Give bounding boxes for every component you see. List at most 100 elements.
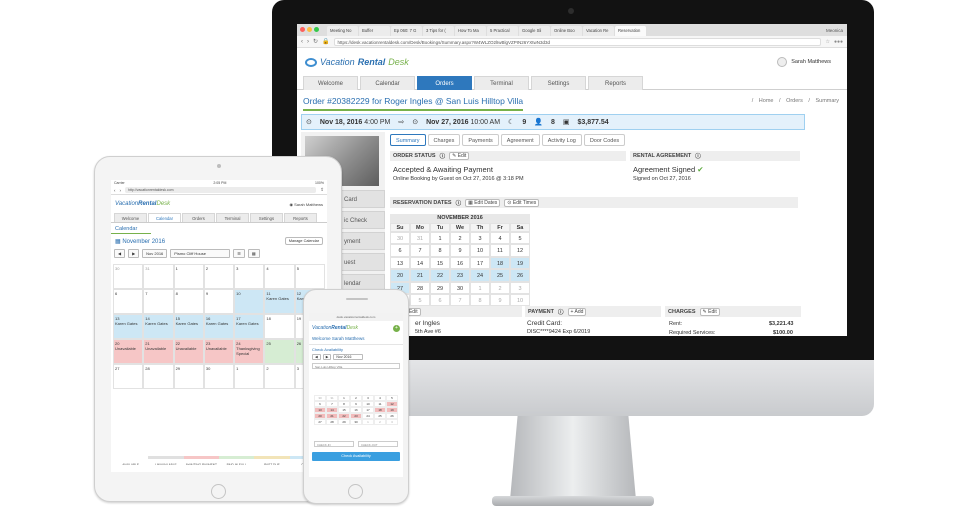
phone-calendar-day[interactable]: 28 xyxy=(326,419,338,425)
tablet-calendar-day[interactable]: 13 Karen Gates xyxy=(113,314,144,339)
tablet-calendar-day[interactable]: 25 xyxy=(264,339,295,364)
property-select[interactable]: Pismo Cliff House xyxy=(170,249,231,258)
calendar-day[interactable]: 18 xyxy=(490,256,510,270)
calendar-day[interactable]: 26 xyxy=(510,269,530,282)
forward-icon[interactable]: › xyxy=(307,39,309,45)
browser-tab[interactable]: 3 Tips for ( xyxy=(423,26,454,36)
minimize-window-icon[interactable] xyxy=(307,27,312,32)
tablet-calendar-day[interactable]: 8 xyxy=(173,289,204,314)
phone-calendar-day[interactable]: 1 xyxy=(362,419,374,425)
browser-tab[interactable]: Ep 060: 7 G xyxy=(391,26,422,36)
list-view-icon[interactable]: ☰ xyxy=(233,249,245,258)
tablet-calendar-day[interactable]: 20 Unavailable xyxy=(113,339,144,364)
checkout-input[interactable]: CHECK-OUT xyxy=(358,441,398,447)
phone-calendar-day[interactable]: 3 xyxy=(386,419,398,425)
bookmark-star-icon[interactable]: ☆ xyxy=(825,39,829,45)
calendar-day[interactable]: 12 xyxy=(510,244,530,257)
tab-orders[interactable]: Orders xyxy=(182,213,215,222)
calendar-day[interactable]: 9 xyxy=(450,244,470,257)
tablet-calendar-day[interactable]: 11 Karen Gates xyxy=(264,289,295,314)
tablet-calendar-day[interactable]: 2 xyxy=(203,264,235,289)
forward-icon[interactable]: › xyxy=(120,188,122,193)
tablet-calendar-day[interactable]: 30 xyxy=(203,364,235,389)
phone-month-select[interactable]: Nov 2016 xyxy=(333,354,364,360)
calendar-day[interactable]: 21 xyxy=(410,269,430,282)
prev-month-button[interactable]: ◀ xyxy=(114,249,126,258)
calendar-day[interactable]: 4 xyxy=(490,232,510,245)
calendar-day[interactable]: 30 xyxy=(450,281,470,294)
calendar-day[interactable]: 25 xyxy=(490,269,510,282)
manage-calendar-select[interactable]: Manage Calendar xyxy=(284,237,323,245)
close-window-icon[interactable] xyxy=(300,27,305,32)
tablet-calendar-day[interactable]: 29 xyxy=(173,364,204,389)
calendar-day[interactable]: 5 xyxy=(510,232,530,245)
vacation-rental-desk-logo[interactable]: VacationRentalDesk xyxy=(115,201,170,207)
calendar-day[interactable]: 6 xyxy=(430,293,450,307)
next-month-button[interactable]: ▶ xyxy=(322,354,332,360)
tab-reports[interactable]: Reports xyxy=(588,76,643,90)
prev-month-button[interactable]: ◀ xyxy=(312,354,321,360)
tablet-calendar-day[interactable]: 17 Karen Gates xyxy=(234,314,265,339)
calendar-day[interactable]: 15 xyxy=(430,256,450,270)
calendar-day[interactable]: 16 xyxy=(450,256,470,270)
tab-orders[interactable]: Orders xyxy=(417,76,472,90)
tablet-calendar-day[interactable]: 14 Karen Gates xyxy=(143,314,174,339)
calendar-day[interactable]: 20 xyxy=(390,269,410,282)
tab-terminal[interactable]: Terminal xyxy=(216,213,249,222)
browser-tab[interactable]: Vacation Re xyxy=(583,26,614,36)
subtab-payments[interactable]: Payments xyxy=(462,134,499,146)
calendar-day[interactable]: 1 xyxy=(470,281,490,294)
edit-charges-button[interactable]: ✎ Edit xyxy=(699,307,720,316)
tab-welcome[interactable]: Welcome xyxy=(303,76,358,90)
extension-icon[interactable]: ●●● xyxy=(834,39,843,45)
share-icon[interactable]: ⇪ xyxy=(320,187,324,193)
calendar-day[interactable]: 28 xyxy=(410,281,430,294)
tablet-calendar-day[interactable]: 31 xyxy=(143,264,174,289)
calendar-day[interactable]: 7 xyxy=(410,244,430,257)
calendar-day[interactable]: 29 xyxy=(430,281,450,294)
calendar-day[interactable]: 3 xyxy=(510,281,530,294)
tablet-calendar-day[interactable]: 30 xyxy=(113,264,144,289)
check-availability-button[interactable]: Check Availability xyxy=(312,452,400,461)
calendar-day[interactable]: 2 xyxy=(450,232,470,245)
calendar-day[interactable]: 30 xyxy=(390,232,410,245)
checkin-input[interactable]: CHECK-IN xyxy=(314,441,354,447)
edit-times-button[interactable]: ⊙ Edit Times xyxy=(504,198,540,207)
tab-calendar[interactable]: Calendar xyxy=(360,76,415,90)
calendar-day[interactable]: 31 xyxy=(410,232,430,245)
tablet-url-field[interactable]: http://vacationrentaldesk.com xyxy=(125,187,317,193)
tablet-calendar-day[interactable]: 1 xyxy=(173,264,204,289)
tablet-calendar-day[interactable]: 2 xyxy=(264,364,295,389)
back-icon[interactable]: ‹ xyxy=(301,39,303,45)
phone-calendar-day[interactable]: 30 xyxy=(350,419,362,425)
calendar-day[interactable]: 1 xyxy=(430,232,450,245)
tab-settings[interactable]: Settings xyxy=(250,213,283,222)
edit-dates-button[interactable]: ▦ Edit Dates xyxy=(465,198,501,207)
calendar-day[interactable]: 5 xyxy=(410,293,430,307)
calendar-day[interactable]: 2 xyxy=(490,281,510,294)
calendar-day[interactable]: 24 xyxy=(470,269,490,282)
subtab-charges[interactable]: Charges xyxy=(427,134,461,146)
phone-calendar-day[interactable]: 2 xyxy=(374,419,386,425)
tab-terminal[interactable]: Terminal xyxy=(474,76,529,90)
tablet-calendar-day[interactable]: 7 xyxy=(143,289,174,314)
phone-property-select[interactable]: San Luis Hilltop Villa xyxy=(312,363,400,369)
tablet-calendar-day[interactable]: 24 Thanksgiving Special xyxy=(234,339,265,364)
tablet-calendar-day[interactable]: 1 xyxy=(234,364,265,389)
tab-settings[interactable]: Settings xyxy=(531,76,586,90)
browser-tab[interactable]: Reservation xyxy=(615,26,646,36)
browser-tab[interactable]: Google Sli xyxy=(519,26,550,36)
calendar-day[interactable]: 14 xyxy=(410,256,430,270)
tablet-calendar-day[interactable]: 16 Karen Gates xyxy=(203,314,235,339)
tablet-calendar-day[interactable]: 9 xyxy=(203,289,235,314)
calendar-day[interactable]: 13 xyxy=(390,256,410,270)
tab-reports[interactable]: Reports xyxy=(284,213,317,222)
browser-tab[interactable]: Meeting No xyxy=(327,26,358,36)
edit-status-button[interactable]: ✎ Edit xyxy=(449,152,470,160)
phone-url[interactable]: desk.vacationrentaldesk.com xyxy=(309,313,403,321)
tablet-calendar-day[interactable]: 6 xyxy=(113,289,144,314)
tablet-calendar-day[interactable]: 23 Unavailable xyxy=(203,339,235,364)
subtab-activity-log[interactable]: Activity Log xyxy=(541,134,582,146)
calendar-day[interactable]: 6 xyxy=(390,244,410,257)
next-month-button[interactable]: ▶ xyxy=(128,249,140,258)
